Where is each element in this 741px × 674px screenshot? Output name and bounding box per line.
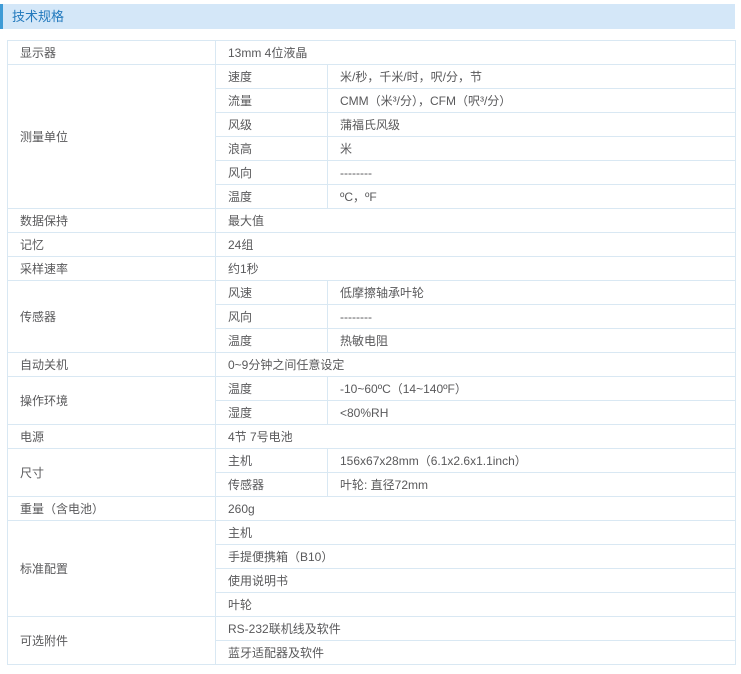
spec-value: 使用说明书 <box>216 569 736 593</box>
table-row: 电源 4节 7号电池 <box>8 425 736 449</box>
spec-subcategory: 风向 <box>216 305 328 329</box>
spec-subcategory: 风向 <box>216 161 328 185</box>
spec-value: ºC，ºF <box>328 185 736 209</box>
spec-value: 24组 <box>216 233 736 257</box>
spec-value: 最大值 <box>216 209 736 233</box>
table-row: 标准配置 主机 <box>8 521 736 545</box>
spec-value: -------- <box>328 161 736 185</box>
table-row: 显示器 13mm 4位液晶 <box>8 41 736 65</box>
table-row: 采样速率 约1秒 <box>8 257 736 281</box>
table-row: 数据保持 最大值 <box>8 209 736 233</box>
spec-value: 米/秒，千米/时，呎/分，节 <box>328 65 736 89</box>
spec-value: 米 <box>328 137 736 161</box>
spec-value: 约1秒 <box>216 257 736 281</box>
spec-value: 主机 <box>216 521 736 545</box>
spec-subcategory: 温度 <box>216 377 328 401</box>
spec-value: 4节 7号电池 <box>216 425 736 449</box>
section-header: 技术规格 <box>0 4 735 29</box>
spec-subcategory: 湿度 <box>216 401 328 425</box>
spec-value: CMM（米³/分），CFM（呎³/分） <box>328 89 736 113</box>
table-row: 传感器 风速 低摩擦轴承叶轮 <box>8 281 736 305</box>
spec-value: 叶轮: 直径72mm <box>328 473 736 497</box>
section-title: 技术规格 <box>12 9 64 24</box>
spec-label: 电源 <box>8 425 216 449</box>
spec-value: RS-232联机线及软件 <box>216 617 736 641</box>
spec-value: 手提便携箱（B10） <box>216 545 736 569</box>
spec-value: 13mm 4位液晶 <box>216 41 736 65</box>
spec-subcategory: 风级 <box>216 113 328 137</box>
spec-value: 蓝牙适配器及软件 <box>216 641 736 665</box>
table-row: 可选附件 RS-232联机线及软件 <box>8 617 736 641</box>
spec-label: 尺寸 <box>8 449 216 497</box>
spec-subcategory: 传感器 <box>216 473 328 497</box>
table-row: 测量单位 速度 米/秒，千米/时，呎/分，节 <box>8 65 736 89</box>
spec-label: 可选附件 <box>8 617 216 665</box>
spec-label: 数据保持 <box>8 209 216 233</box>
spec-subcategory: 流量 <box>216 89 328 113</box>
spec-value: -------- <box>328 305 736 329</box>
spec-label: 标准配置 <box>8 521 216 617</box>
spec-value: 低摩擦轴承叶轮 <box>328 281 736 305</box>
spec-label: 显示器 <box>8 41 216 65</box>
spec-table: 显示器 13mm 4位液晶 测量单位 速度 米/秒，千米/时，呎/分，节 流量 … <box>7 40 736 665</box>
spec-label: 重量（含电池） <box>8 497 216 521</box>
spec-value: 叶轮 <box>216 593 736 617</box>
spec-subcategory: 浪高 <box>216 137 328 161</box>
spec-subcategory: 主机 <box>216 449 328 473</box>
table-row: 自动关机 0~9分钟之间任意设定 <box>8 353 736 377</box>
spec-value: 0~9分钟之间任意设定 <box>216 353 736 377</box>
spec-value: 蒲福氏风级 <box>328 113 736 137</box>
spec-label: 记忆 <box>8 233 216 257</box>
table-row: 尺寸 主机 156x67x28mm（6.1x2.6x1.1inch） <box>8 449 736 473</box>
spec-label: 操作环境 <box>8 377 216 425</box>
table-row: 重量（含电池） 260g <box>8 497 736 521</box>
spec-value: 260g <box>216 497 736 521</box>
spec-subcategory: 风速 <box>216 281 328 305</box>
spec-label: 测量单位 <box>8 65 216 209</box>
spec-value: <80%RH <box>328 401 736 425</box>
spec-subcategory: 速度 <box>216 65 328 89</box>
spec-label: 传感器 <box>8 281 216 353</box>
table-row: 操作环境 温度 -10~60ºC（14~140ºF） <box>8 377 736 401</box>
spec-subcategory: 温度 <box>216 329 328 353</box>
spec-value: -10~60ºC（14~140ºF） <box>328 377 736 401</box>
spec-value: 热敏电阻 <box>328 329 736 353</box>
spec-subcategory: 温度 <box>216 185 328 209</box>
spec-value: 156x67x28mm（6.1x2.6x1.1inch） <box>328 449 736 473</box>
table-row: 记忆 24组 <box>8 233 736 257</box>
spec-label: 自动关机 <box>8 353 216 377</box>
page: { "page": { "section_title": "技术规格" }, "… <box>0 4 741 674</box>
spec-label: 采样速率 <box>8 257 216 281</box>
